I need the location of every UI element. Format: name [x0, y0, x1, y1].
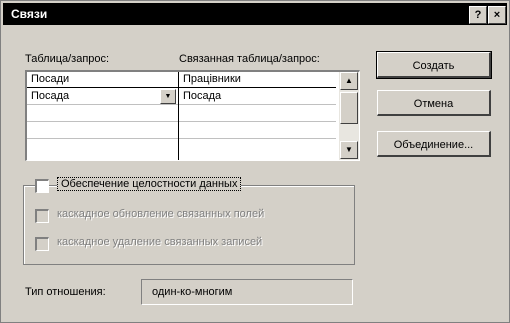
close-button[interactable]: ×: [488, 6, 506, 24]
relation-type-label: Тип отношения:: [25, 286, 106, 298]
scroll-thumb[interactable]: [340, 92, 358, 124]
field-dropdown-button[interactable]: ▼: [160, 89, 176, 104]
relation-type-value: один-ко-многим: [141, 279, 353, 305]
scroll-up-icon[interactable]: ▲: [340, 72, 358, 90]
create-button[interactable]: Создать: [376, 51, 492, 79]
dialog-title: Связи: [11, 7, 48, 21]
related-field-cell: Посада: [183, 90, 222, 102]
related-row[interactable]: [179, 122, 336, 139]
integrity-group: [23, 185, 355, 265]
table-row[interactable]: [27, 122, 178, 139]
table-query-label: Таблица/запрос:: [25, 53, 110, 65]
enforce-integrity-label[interactable]: Обеспечение целостности данных: [57, 177, 242, 191]
related-row[interactable]: Посада: [179, 88, 336, 105]
cascade-delete-label: каскадное удаление связанных записей: [57, 236, 263, 248]
table-column: Посади Посада ▼: [27, 72, 179, 160]
cascade-delete-checkbox[interactable]: [35, 237, 49, 251]
table-row[interactable]: [27, 105, 178, 122]
cascade-update-label: каскадное обновление связанных полей: [57, 208, 265, 220]
grid-scrollbar[interactable]: ▲ ▼: [339, 72, 359, 160]
related-table-column: Працівники Посада: [179, 72, 336, 160]
relations-grid: Посади Посада ▼ Працівники Посада ▲ ▼: [25, 70, 360, 161]
table-row[interactable]: Посада ▼: [27, 88, 178, 105]
scroll-down-icon[interactable]: ▼: [340, 141, 358, 159]
cascade-update-checkbox[interactable]: [35, 209, 49, 223]
related-table-query-label: Связанная таблица/запрос:: [179, 53, 320, 65]
table-header: Посади: [27, 72, 178, 88]
help-button[interactable]: ?: [469, 6, 487, 24]
related-row[interactable]: [179, 105, 336, 122]
table-field-cell: Посада: [31, 90, 70, 102]
cancel-button[interactable]: Отмена: [377, 90, 491, 116]
related-table-header: Працівники: [179, 72, 336, 88]
join-type-button[interactable]: Объединение...: [377, 131, 491, 157]
enforce-integrity-checkbox[interactable]: [35, 179, 49, 193]
relations-dialog: Связи ? × Таблица/запрос: Связанная табл…: [0, 0, 510, 323]
title-bar: Связи ? ×: [3, 3, 507, 25]
